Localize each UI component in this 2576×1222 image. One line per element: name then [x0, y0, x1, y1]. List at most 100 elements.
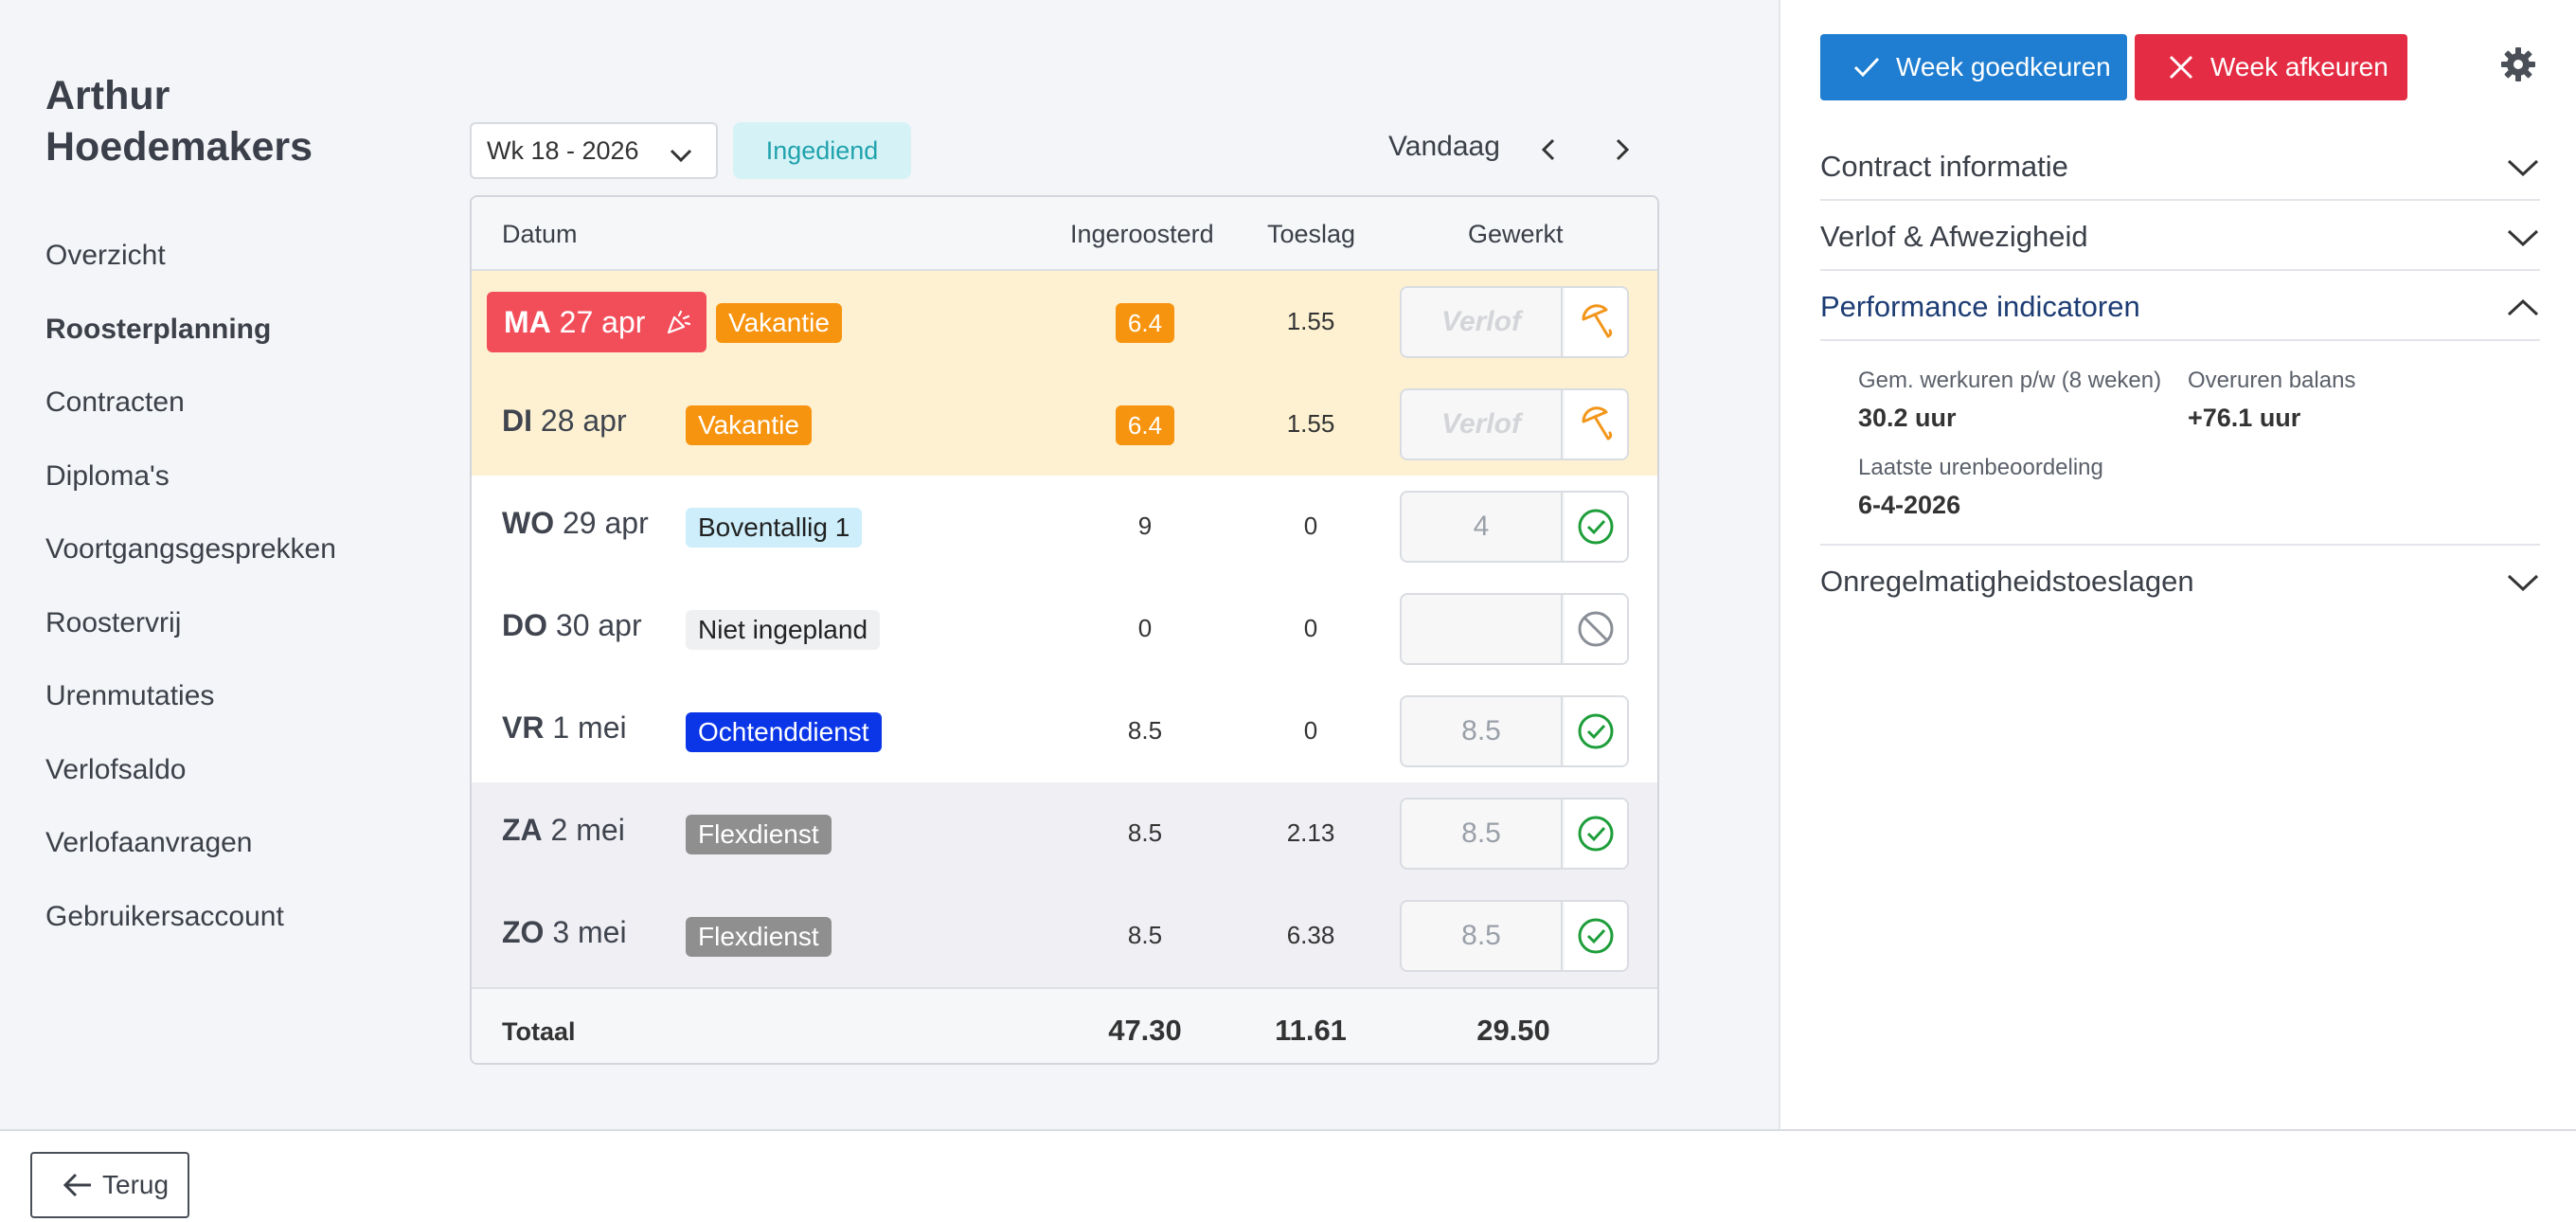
arrow-left-icon	[63, 1173, 91, 1197]
sidebar-item-verlofaanvragen[interactable]: Verlofaanvragen	[45, 824, 336, 898]
kpi-overtime-balance: Overuren balans +76.1 uur	[2188, 368, 2355, 433]
day-date: 3 mei	[552, 915, 627, 949]
week-table: Datum Ingeroosterd Toeslag Gewerkt MA 27…	[470, 195, 1659, 1065]
umbrella-icon[interactable]	[1565, 390, 1627, 458]
shift-tag: Boventallig 1	[686, 508, 863, 548]
check-circle-icon[interactable]	[1565, 902, 1627, 970]
kpi-label: Overuren balans	[2188, 368, 2356, 393]
chevron-right-icon	[1616, 138, 1630, 161]
day-of-week: MA	[504, 304, 551, 339]
check-icon	[1853, 57, 1880, 78]
umbrella-icon[interactable]	[1565, 288, 1627, 356]
kpi-value: +76.1 uur	[2188, 404, 2301, 432]
shift-tag: Vakantie	[716, 303, 842, 343]
day-date: 1 mei	[552, 710, 627, 745]
back-button-label: Terug	[102, 1170, 170, 1199]
close-icon	[2169, 55, 2193, 80]
allowance-hours: 2.13	[1286, 818, 1335, 847]
scheduled-hours: 6.4	[1116, 405, 1174, 445]
sidebar-item-diplomas[interactable]: Diploma's	[45, 458, 336, 531]
reject-week-button[interactable]: Week afkeuren	[2135, 34, 2407, 100]
shift-tag: Flexdienst	[686, 917, 832, 957]
day-label: VR 1 mei	[502, 710, 627, 746]
total-scheduled: 47.30	[1108, 1014, 1182, 1047]
sidebar-item-roostervrij[interactable]: Roostervrij	[45, 604, 336, 678]
table-row: ZA 2 mei Flexdienst 8.5 2.13 8.5	[472, 782, 1657, 885]
table-row: VR 1 mei Ochtenddienst 8.5 0 8.5	[472, 680, 1657, 782]
party-popper-icon	[665, 309, 691, 344]
check-circle-icon[interactable]	[1565, 697, 1627, 765]
day-of-week: VR	[502, 710, 545, 745]
table-header: Datum Ingeroosterd Toeslag Gewerkt	[472, 197, 1657, 271]
day-label: ZO 3 mei	[502, 915, 627, 950]
sidebar-item-overzicht[interactable]: Overzicht	[45, 237, 336, 311]
day-label: DI 28 apr	[502, 404, 627, 439]
day-of-week: DI	[502, 404, 532, 438]
day-of-week: DO	[502, 608, 547, 642]
sidebar-item-voortgangsgesprekken[interactable]: Voortgangsgesprekken	[45, 530, 336, 604]
chevron-down-icon	[669, 141, 693, 171]
sidebar-item-urenmutaties[interactable]: Urenmutaties	[45, 677, 336, 751]
previous-week-button[interactable]	[1532, 133, 1566, 167]
worked-hours-field[interactable]: Verlof	[1400, 388, 1629, 460]
week-select[interactable]: Wk 18 - 2026	[470, 122, 718, 179]
scheduled-hours: 8.5	[1127, 818, 1163, 847]
sidebar-nav: Overzicht Roosterplanning Contracten Dip…	[45, 237, 336, 971]
next-week-button[interactable]	[1604, 133, 1638, 167]
day-date: 30 apr	[555, 608, 642, 642]
day-label: DO 30 apr	[502, 608, 642, 643]
accordion-leave[interactable]: Verlof & Afwezigheid	[1820, 201, 2540, 271]
scheduled-hours: 0	[1137, 614, 1153, 642]
details-panel: Week goedkeuren Week afkeuren Contract i…	[1779, 0, 2576, 1129]
chevron-down-icon	[2506, 157, 2540, 183]
worked-hours-field[interactable]: 4	[1400, 491, 1629, 563]
shift-tag: Flexdienst	[686, 815, 832, 854]
scheduled-hours: 6.4	[1116, 303, 1174, 343]
chevron-up-icon	[2506, 297, 2540, 323]
approve-week-button[interactable]: Week goedkeuren	[1820, 34, 2127, 100]
accordion-irregular[interactable]: Onregelmatigheidstoeslagen	[1820, 546, 2540, 616]
employee-last-name: Hoedemakers	[45, 124, 313, 170]
kpi-label: Laatste urenbeoordeling	[1858, 455, 2103, 480]
worked-hours-field[interactable]: 8.5	[1400, 900, 1629, 972]
worked-hours-value: 8.5	[1402, 902, 1563, 970]
worked-hours-value: Verlof	[1402, 390, 1563, 458]
bottom-bar: Terug	[0, 1129, 2576, 1222]
worked-hours-value	[1402, 595, 1563, 663]
worked-hours-field[interactable]: 8.5	[1400, 695, 1629, 767]
kpi-label: Gem. werkuren p/w (8 weken)	[1858, 368, 2162, 393]
table-row: WO 29 apr Boventallig 1 9 0 4	[472, 476, 1657, 578]
accordion-contract[interactable]: Contract informatie	[1820, 131, 2540, 201]
kpi-value: 30.2 uur	[1858, 404, 1957, 432]
sidebar-item-gebruikersaccount[interactable]: Gebruikersaccount	[45, 898, 336, 972]
accordion-leave-label: Verlof & Afwezigheid	[1820, 220, 2088, 253]
scheduled-hours: 9	[1137, 512, 1153, 540]
accordion-performance-label: Performance indicatoren	[1820, 290, 2140, 323]
check-circle-icon[interactable]	[1565, 800, 1627, 868]
today-button[interactable]: Vandaag	[1388, 131, 1500, 163]
accordion-performance[interactable]: Performance indicatoren	[1820, 271, 2540, 341]
day-label: ZA 2 mei	[502, 813, 625, 848]
sidebar-item-roosterplanning[interactable]: Roosterplanning	[45, 311, 336, 385]
worked-hours-field[interactable]	[1400, 593, 1629, 665]
approve-week-label: Week goedkeuren	[1896, 52, 2111, 81]
accordion-contract-label: Contract informatie	[1820, 150, 2068, 183]
sidebar-item-contracten[interactable]: Contracten	[45, 384, 336, 458]
sidebar-item-verlofsaldo[interactable]: Verlofsaldo	[45, 751, 336, 825]
table-totals: Totaal 47.30 11.61 29.50	[472, 987, 1657, 1063]
day-date: 2 mei	[550, 813, 625, 847]
week-select-value: Wk 18 - 2026	[487, 135, 639, 165]
worked-hours-field[interactable]: 8.5	[1400, 798, 1629, 870]
table-row: DO 30 apr Niet ingepland 0 0	[472, 578, 1657, 680]
header-toeslag: Toeslag	[1267, 220, 1356, 248]
worked-hours-field[interactable]: Verlof	[1400, 286, 1629, 358]
employee-first-name: Arthur	[45, 73, 170, 118]
blocked-icon[interactable]	[1565, 595, 1627, 663]
day-date: 28 apr	[540, 404, 627, 438]
gear-icon[interactable]	[2500, 46, 2536, 87]
accordion-irregular-label: Onregelmatigheidstoeslagen	[1820, 565, 2194, 598]
check-circle-icon[interactable]	[1565, 493, 1627, 561]
day-date: 29 apr	[562, 506, 649, 540]
back-button[interactable]: Terug	[30, 1152, 189, 1218]
worked-hours-value: 8.5	[1402, 800, 1563, 868]
